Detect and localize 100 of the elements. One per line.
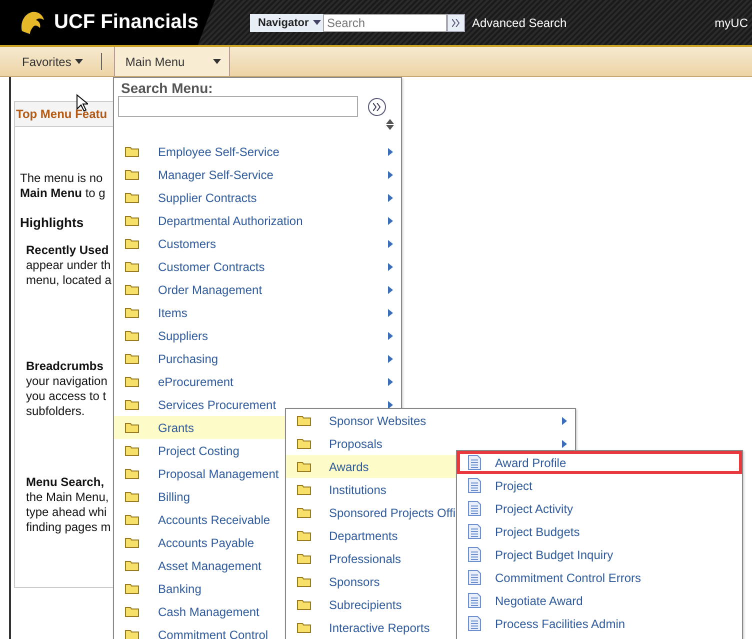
menu-item[interactable]: Commitment Control Errors (457, 566, 742, 589)
document-icon (468, 455, 481, 470)
submenu-arrow-icon (388, 355, 393, 363)
folder-icon (297, 576, 311, 587)
menu-item[interactable]: Supplier Contracts (114, 186, 401, 209)
folder-icon (125, 422, 139, 433)
folder-icon (297, 530, 311, 541)
folder-icon (125, 238, 139, 249)
folder-icon (125, 629, 139, 639)
menu-item[interactable]: Purchasing (114, 347, 401, 370)
menu-item[interactable]: Order Management (114, 278, 401, 301)
navigator-dropdown[interactable]: Navigator (250, 14, 323, 32)
folder-icon (297, 415, 311, 426)
submenu-arrow-icon (388, 194, 393, 202)
menu-item[interactable]: Negotiate Award (457, 589, 742, 612)
menu-item[interactable]: Departmental Authorization (114, 209, 401, 232)
menu-item[interactable]: Employee Self-Service (114, 140, 401, 163)
document-icon (468, 570, 481, 585)
folder-icon (125, 514, 139, 525)
menu-item[interactable]: Items (114, 301, 401, 324)
menu-item[interactable]: Project Budget Inquiry (457, 543, 742, 566)
text-line: you access to t (26, 389, 106, 404)
document-icon (468, 524, 481, 539)
chevrons-icon (452, 18, 460, 26)
submenu-arrow-icon (562, 417, 567, 425)
folder-icon (297, 553, 311, 564)
caret-icon (312, 20, 321, 25)
folder-icon (297, 484, 311, 495)
folder-icon (297, 507, 311, 518)
document-icon (468, 616, 481, 631)
submenu-arrow-icon (388, 148, 393, 156)
chevrons-icon (373, 102, 381, 110)
document-icon (468, 593, 481, 608)
search-field[interactable]: Search (323, 14, 447, 32)
folder-icon (125, 169, 139, 180)
panel-title: Top Menu Featu (16, 107, 108, 121)
app-title: UCF Financials (54, 11, 198, 34)
text-line: The menu is no (20, 171, 103, 186)
text-line: the Main Menu, (26, 490, 109, 505)
text-line: your navigation (26, 374, 108, 389)
submenu-arrow-icon (388, 378, 393, 386)
folder-icon (297, 599, 311, 610)
text-line: Breadcrumbs (26, 359, 104, 374)
favorites-menu[interactable]: Favorites (12, 47, 94, 76)
folder-icon (125, 445, 139, 456)
section-heading: Highlights (20, 215, 84, 230)
submenu-arrow-icon (388, 401, 393, 409)
menu-item[interactable]: Process Facilities Admin (457, 612, 742, 635)
folder-icon (125, 330, 139, 341)
folder-icon (125, 560, 139, 571)
search-menu-label: Search Menu: (121, 80, 214, 96)
folder-icon (125, 215, 139, 226)
menu-item[interactable]: Project Activity (457, 497, 742, 520)
text-line: Menu Search, (26, 475, 104, 490)
folder-icon (125, 606, 139, 617)
folder-icon (125, 307, 139, 318)
submenu-arrow-icon (388, 332, 393, 340)
text-line: subfolders. (26, 404, 85, 419)
menu-item[interactable]: Project Budgets (457, 520, 742, 543)
folder-icon (125, 537, 139, 548)
submenu-arrow-icon (388, 217, 393, 225)
folder-icon (125, 261, 139, 272)
document-icon (468, 478, 481, 493)
folder-icon (125, 284, 139, 295)
menu-item[interactable]: eProcurement (114, 370, 401, 393)
text-line: Recently Used (26, 243, 109, 258)
folder-icon (297, 622, 311, 633)
submenu-arrow-icon (562, 440, 567, 448)
submenu-arrow-icon (388, 263, 393, 271)
menu-item[interactable]: Suppliers (114, 324, 401, 347)
menu-item[interactable]: Customer Contracts (114, 255, 401, 278)
folder-icon (125, 399, 139, 410)
folder-icon (125, 583, 139, 594)
caret-icon (75, 59, 84, 64)
caret-icon (212, 59, 221, 64)
text-line: finding pages m (26, 520, 111, 535)
user-link[interactable]: myUC (714, 16, 748, 30)
submenu-arrow-icon (388, 240, 393, 248)
menu-search-field[interactable] (118, 96, 358, 117)
menu-item[interactable]: Manager Self-Service (114, 163, 401, 186)
document-icon (468, 501, 481, 516)
folder-icon (125, 491, 139, 502)
text-line: type ahead whi (26, 505, 107, 520)
document-icon (468, 547, 481, 562)
submenu-arrow-icon (388, 309, 393, 317)
folder-icon (125, 353, 139, 364)
submenu-arrow-icon (388, 286, 393, 294)
submenu-arrow-icon (388, 171, 393, 179)
text-line: Main Menu to g (20, 186, 106, 201)
sort-icon (386, 119, 394, 130)
menu-search-button[interactable] (368, 98, 386, 116)
folder-icon (125, 376, 139, 387)
folder-icon (297, 461, 311, 472)
folder-icon (125, 146, 139, 157)
main-menu-button[interactable]: Main Menu (114, 47, 230, 76)
search-go-button[interactable] (447, 14, 465, 32)
menu-item[interactable]: Customers (114, 232, 401, 255)
advanced-search-link[interactable]: Advanced Search (472, 16, 567, 30)
folder-icon (125, 468, 139, 479)
text-line: appear under th (26, 258, 111, 273)
